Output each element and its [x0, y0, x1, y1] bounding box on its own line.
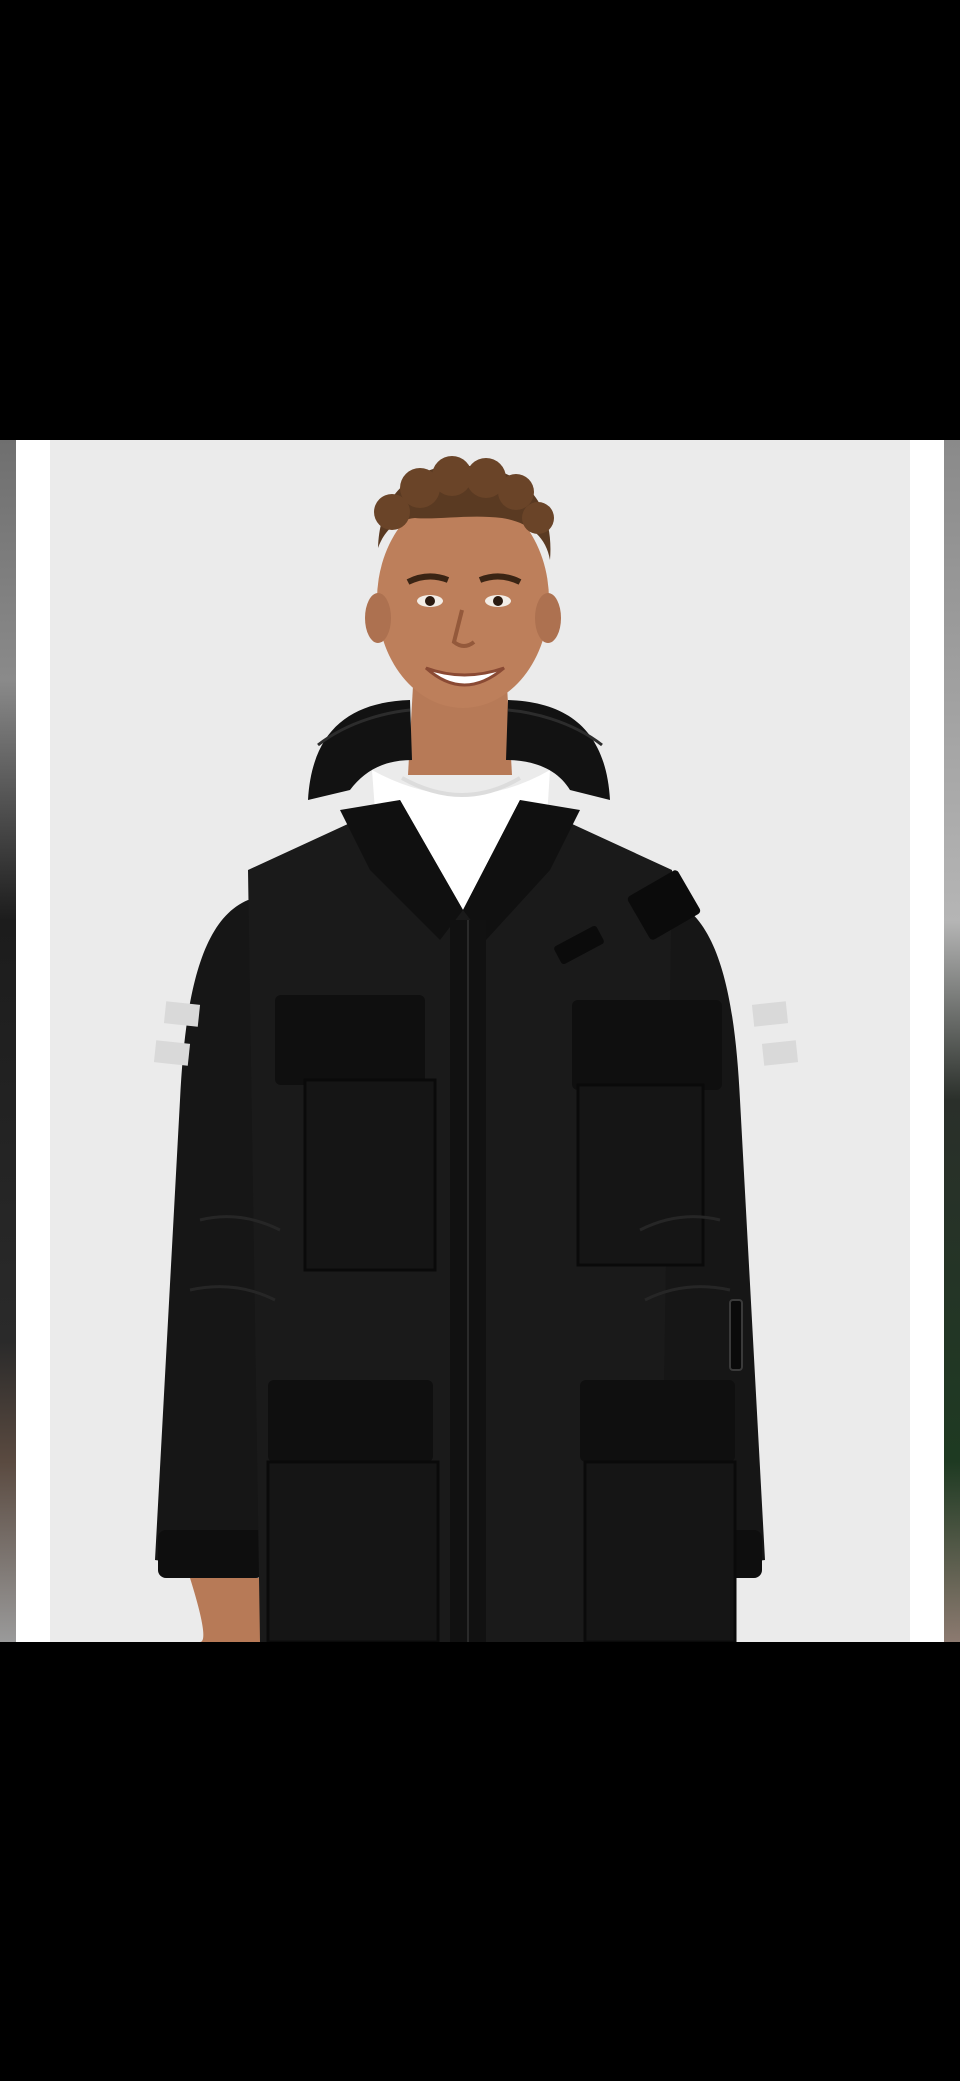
fullscreen-image-viewer [0, 0, 960, 2081]
jacket-model-illustration [50, 440, 910, 1642]
image-carousel[interactable] [0, 440, 960, 1642]
next-image-peek[interactable] [944, 440, 960, 1642]
product-photo[interactable] [50, 440, 910, 1642]
previous-image-peek[interactable] [0, 440, 16, 1642]
